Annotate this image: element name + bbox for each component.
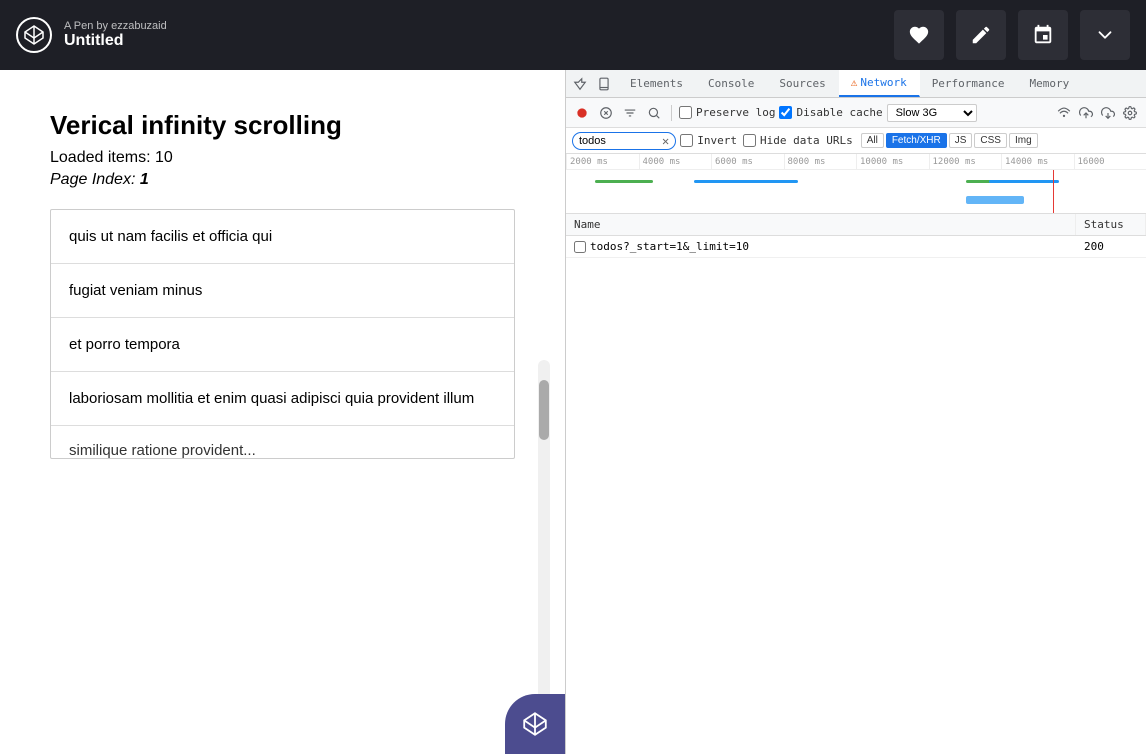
more-button[interactable] [1080, 10, 1130, 60]
tl-row-bar [966, 196, 1024, 204]
tab-sources[interactable]: Sources [767, 70, 838, 97]
invert-label[interactable]: Invert [680, 134, 737, 147]
page-index-text: Page Index: 1 [50, 171, 515, 189]
separator [671, 105, 672, 121]
wifi-icon[interactable] [1054, 103, 1074, 123]
tl-label-6: 12000 ms [929, 154, 1002, 169]
inspect-icon[interactable] [570, 74, 590, 94]
heart-button[interactable] [894, 10, 944, 60]
tl-label-8: 16000 [1074, 154, 1146, 169]
devtools-pane: Elements Console Sources ⚠Network Perfor… [565, 70, 1146, 754]
network-table-body: todos?_start=1&_limit=10 200 [566, 236, 1146, 754]
tl-label-2: 4000 ms [639, 154, 712, 169]
list-item: fugiat veniam minus [51, 264, 514, 318]
search-icon[interactable] [644, 103, 664, 123]
page-heading: Verical infinity scrolling [50, 110, 515, 141]
row-checkbox[interactable] [574, 241, 586, 253]
list-item: laboriosam mollitia et enim quasi adipis… [51, 372, 514, 426]
pen-author: A Pen by ezzabuzaid [64, 20, 882, 32]
codepen-logo [16, 17, 52, 53]
download-icon[interactable] [1098, 103, 1118, 123]
codepen-watermark [505, 694, 565, 754]
td-status: 200 [1076, 240, 1146, 253]
devtools-tab-icon-group [566, 70, 618, 97]
devtools-tabs: Elements Console Sources ⚠Network Perfor… [566, 70, 1146, 98]
filter-checkbox-group: Invert Hide data URLs [680, 134, 852, 147]
devtools-timeline: 2000 ms 4000 ms 6000 ms 8000 ms 10000 ms… [566, 154, 1146, 214]
filter-type-buttons: All Fetch/XHR JS CSS Img [861, 133, 1038, 148]
td-name: todos?_start=1&_limit=10 [566, 240, 1076, 253]
main-area: Verical infinity scrolling Loaded items:… [0, 70, 1146, 754]
items-list: quis ut nam facilis et officia qui fugia… [50, 209, 515, 459]
timeline-labels: 2000 ms 4000 ms 6000 ms 8000 ms 10000 ms… [566, 154, 1146, 170]
tl-bar-blue-2 [989, 180, 1059, 183]
tab-network[interactable]: ⚠Network [839, 70, 920, 97]
filter-all-button[interactable]: All [861, 133, 884, 148]
list-item: quis ut nam facilis et officia qui [51, 210, 514, 264]
tl-label-1: 2000 ms [566, 154, 639, 169]
devtools-toolbar: Preserve log Disable cache Slow 3G No th… [566, 98, 1146, 128]
tab-performance[interactable]: Performance [920, 70, 1018, 97]
settings-icon[interactable] [1120, 103, 1140, 123]
content-pane: Verical infinity scrolling Loaded items:… [0, 70, 565, 754]
filter-img-button[interactable]: Img [1009, 133, 1038, 148]
codepen-bar: A Pen by ezzabuzaid Untitled [0, 0, 1146, 70]
filter-icon[interactable] [620, 103, 640, 123]
filter-input-wrap: ✕ [572, 132, 676, 150]
page-index-value: 1 [140, 171, 149, 188]
filter-xhr-button[interactable]: Fetch/XHR [886, 133, 947, 148]
tl-bar-green-1 [595, 180, 653, 183]
clear-button[interactable] [596, 103, 616, 123]
preserve-log-checkbox[interactable] [679, 106, 692, 119]
tab-console[interactable]: Console [696, 70, 767, 97]
invert-checkbox[interactable] [680, 134, 693, 147]
tab-elements[interactable]: Elements [618, 70, 696, 97]
disable-cache-label[interactable]: Disable cache [779, 106, 882, 119]
preserve-log-label[interactable]: Preserve log [679, 106, 775, 119]
filter-clear-button[interactable]: ✕ [662, 135, 669, 147]
list-item-partial: similique ratione provident... [51, 426, 514, 458]
tab-memory[interactable]: Memory [1018, 70, 1083, 97]
record-button[interactable] [572, 103, 592, 123]
devtools-filter-bar: ✕ Invert Hide data URLs All Fetch/XHR JS… [566, 128, 1146, 154]
tl-label-7: 14000 ms [1001, 154, 1074, 169]
dt-icon-group [1054, 103, 1140, 123]
tl-label-3: 6000 ms [711, 154, 784, 169]
scroll-thumb[interactable] [539, 380, 549, 440]
pin-button[interactable] [1018, 10, 1068, 60]
request-name: todos?_start=1&_limit=10 [590, 240, 749, 253]
network-table-header: Name Status [566, 214, 1146, 236]
tl-bar-blue-1 [694, 180, 798, 183]
th-status: Status [1076, 214, 1146, 235]
table-row[interactable]: todos?_start=1&_limit=10 200 [566, 236, 1146, 258]
pen-title: Untitled [64, 32, 882, 50]
device-icon[interactable] [594, 74, 614, 94]
tl-label-4: 8000 ms [784, 154, 857, 169]
hide-data-urls-label[interactable]: Hide data URLs [743, 134, 853, 147]
hide-data-urls-checkbox[interactable] [743, 134, 756, 147]
tl-label-5: 10000 ms [856, 154, 929, 169]
filter-js-button[interactable]: JS [949, 133, 973, 148]
throttle-select[interactable]: Slow 3G No throttling Fast 3G Offline [887, 104, 977, 122]
upload-icon[interactable] [1076, 103, 1096, 123]
timeline-bars [566, 170, 1146, 213]
filter-css-button[interactable]: CSS [974, 133, 1007, 148]
loaded-items-text: Loaded items: 10 [50, 149, 515, 167]
tl-vline [1053, 170, 1054, 213]
pen-info: A Pen by ezzabuzaid Untitled [64, 20, 882, 50]
edit-button[interactable] [956, 10, 1006, 60]
th-name: Name [566, 214, 1076, 235]
list-item: et porro tempora [51, 318, 514, 372]
page-index-label: Page Index: [50, 171, 135, 188]
filter-input[interactable] [579, 135, 659, 147]
disable-cache-checkbox[interactable] [779, 106, 792, 119]
